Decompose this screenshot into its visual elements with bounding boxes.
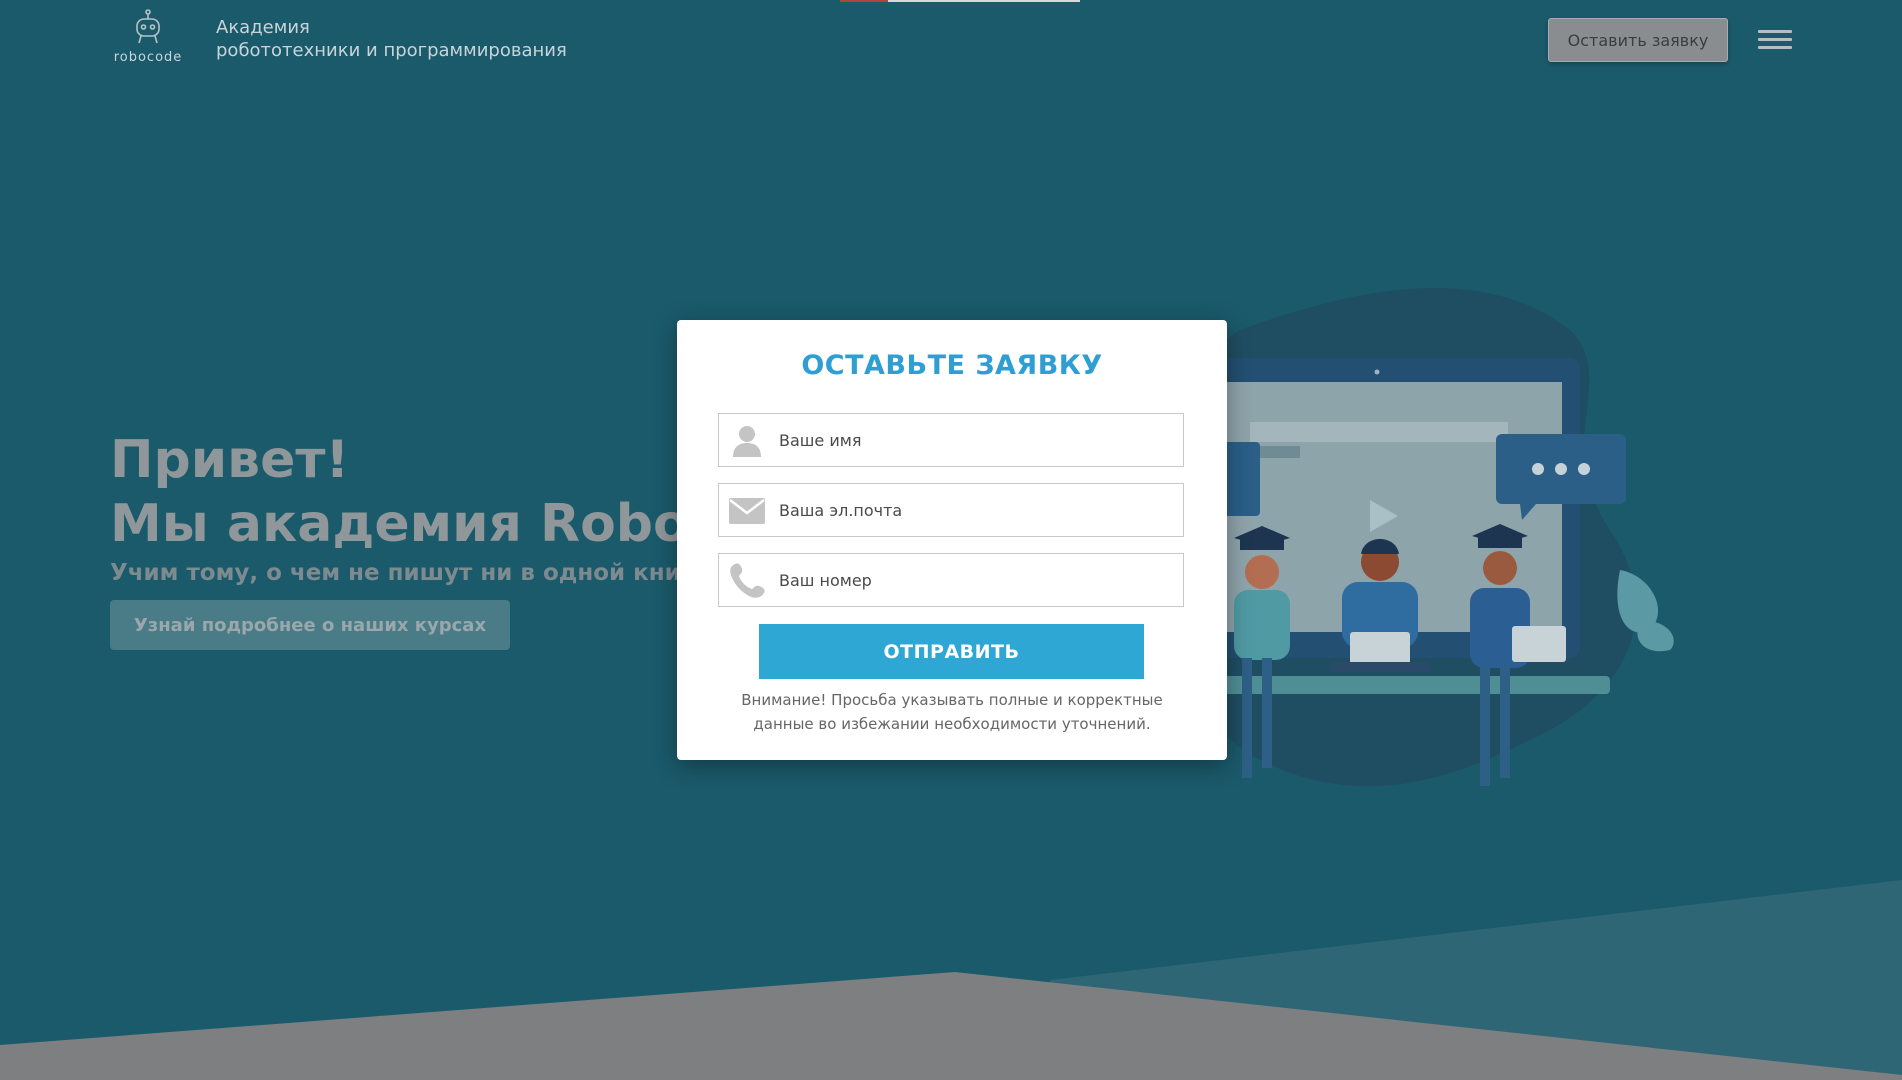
name-field[interactable] (718, 413, 1184, 467)
header-tagline: Академия робототехники и программировани… (216, 16, 567, 62)
logo[interactable]: robocode (108, 8, 188, 68)
envelope-icon (727, 492, 767, 530)
phone-input[interactable] (779, 554, 1169, 606)
tagline-line-1: Академия (216, 17, 310, 38)
hamburger-menu-icon[interactable] (1758, 30, 1792, 52)
students-illustration (1158, 288, 1674, 787)
page: robocode Академия робототехники и програ… (0, 0, 1902, 1080)
tagline-line-2: робототехники и программирования (216, 40, 567, 61)
user-icon (727, 422, 767, 460)
modal-title: ОСТАВЬТЕ ЗАЯВКУ (801, 350, 1103, 381)
name-input[interactable] (779, 414, 1169, 466)
logo-text: robocode (113, 50, 183, 65)
phone-icon (727, 562, 767, 600)
phone-field[interactable] (718, 553, 1184, 607)
email-input[interactable] (779, 484, 1169, 536)
robot-logo-icon (136, 9, 160, 44)
notice-line-2: данные во избежании необходимости уточне… (753, 715, 1151, 733)
header-request-button[interactable]: Оставить заявку (1548, 18, 1728, 62)
request-modal: ОСТАВЬТЕ ЗАЯВКУ Ваше имя Ваша эл.почта В… (677, 320, 1227, 760)
learn-more-courses-button[interactable]: Узнай подробнее о наших курсах (110, 600, 510, 650)
submit-button[interactable]: ОТПРАВИТЬ (759, 624, 1144, 679)
modal-notice: Внимание! Просьба указывать полные и кор… (717, 688, 1187, 736)
hero-subtitle: Учим тому, о чем не пишут ни в одной кни… (110, 560, 709, 586)
email-field[interactable] (718, 483, 1184, 537)
notice-line-1: Внимание! Просьба указывать полные и кор… (741, 691, 1163, 709)
loading-bar (840, 0, 1080, 2)
